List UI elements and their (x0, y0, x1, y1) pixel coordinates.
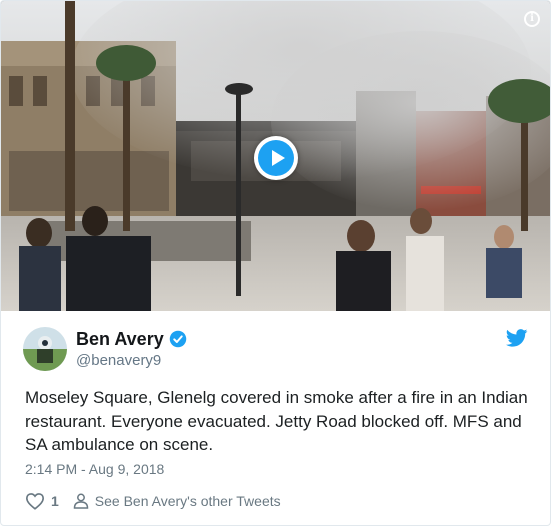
author-display-name[interactable]: Ben Avery (76, 329, 164, 350)
person-icon (73, 493, 89, 509)
heart-icon (25, 493, 45, 510)
author-name-row: Ben Avery (76, 328, 187, 350)
avatar[interactable] (23, 327, 67, 371)
tweet-timestamp[interactable]: 2:14 PM - Aug 9, 2018 (25, 461, 164, 477)
like-count: 1 (51, 493, 59, 509)
tweet-actions: 1 See Ben Avery's other Tweets (25, 491, 281, 511)
play-button[interactable] (254, 136, 298, 180)
author-handle[interactable]: @benavery9 (76, 352, 161, 369)
video-preview[interactable]: i (1, 1, 550, 311)
see-other-tweets-link[interactable]: See Ben Avery's other Tweets (73, 493, 281, 509)
see-other-tweets-label: See Ben Avery's other Tweets (94, 493, 281, 509)
play-icon (258, 140, 294, 176)
embedded-tweet-card: i Ben Avery @benavery9 Moseley Square, G… (0, 0, 551, 526)
twitter-bird-icon[interactable] (506, 329, 528, 347)
avatar-image (23, 327, 67, 371)
info-icon[interactable]: i (524, 11, 540, 27)
verified-badge-icon (169, 330, 186, 348)
like-button[interactable]: 1 (25, 492, 59, 510)
tweet-text: Moseley Square, Glenelg covered in smoke… (25, 388, 528, 454)
